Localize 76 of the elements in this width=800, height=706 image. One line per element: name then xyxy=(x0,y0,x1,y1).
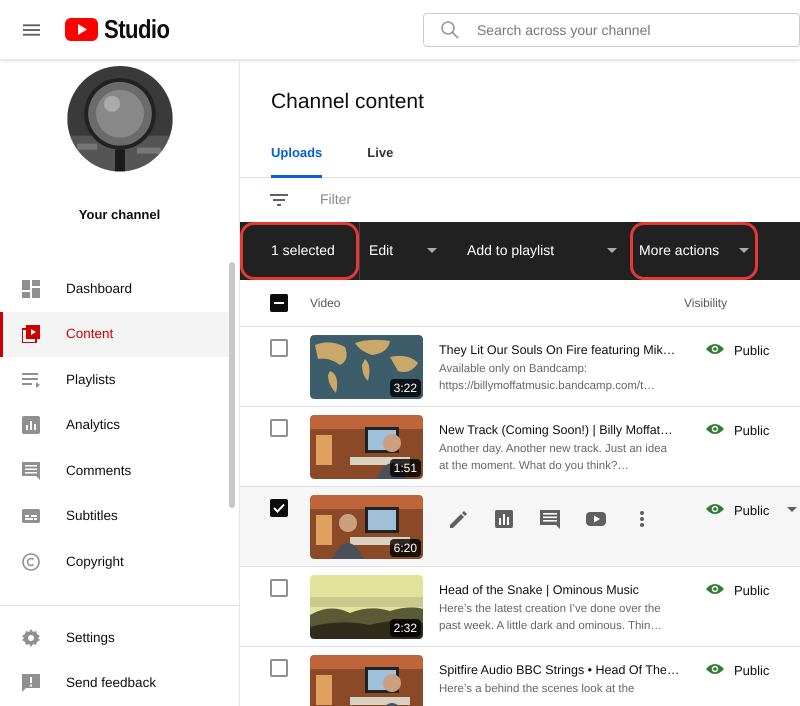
checkbox[interactable] xyxy=(270,294,288,312)
video-duration: 2:32 xyxy=(390,618,421,636)
table-row[interactable]: Spitfire Audio BBC Strings • Head Of The… Here’s a behind the scenes look at the Public xyxy=(240,646,800,706)
visibility-label: Public xyxy=(734,422,770,440)
nav-item[interactable]: Settings xyxy=(0,615,239,660)
nav-item[interactable]: Content xyxy=(0,312,229,357)
page-title: Channel content xyxy=(270,89,424,115)
video-title[interactable]: Head of the Snake | Ominous Music xyxy=(439,582,639,598)
comments-icon[interactable] xyxy=(540,508,560,528)
settings-icon xyxy=(22,628,40,647)
checkbox[interactable] xyxy=(270,498,288,516)
subtitles-icon xyxy=(22,507,40,526)
visibility-label: Public xyxy=(734,502,770,520)
search-icon xyxy=(440,20,459,38)
video-duration: 3:22 xyxy=(390,378,421,396)
comments-icon xyxy=(22,462,40,480)
nav-item[interactable]: Playlists xyxy=(0,357,229,402)
dropdown-button[interactable]: More actions xyxy=(630,222,758,280)
eye-icon xyxy=(706,662,724,674)
search-input[interactable]: Search across your channel xyxy=(476,14,777,44)
nav-item[interactable]: Send feedback xyxy=(0,660,239,706)
tab[interactable]: Uploads xyxy=(271,128,322,178)
nav-item[interactable]: Copyright xyxy=(0,539,229,584)
eye-icon xyxy=(706,422,724,434)
eye-icon xyxy=(706,342,724,354)
copyright-icon xyxy=(22,552,40,571)
video-description: Here’s the latest creation I’ve done over the past week. A little dark and ominous. Thin… xyxy=(439,602,663,634)
nav-item[interactable]: Dashboard xyxy=(0,266,229,312)
eye-icon xyxy=(706,582,724,594)
checkbox[interactable] xyxy=(270,418,288,436)
filter-field[interactable]: Filter xyxy=(320,189,620,210)
filter-icon[interactable] xyxy=(270,194,288,206)
selection-count: 1 selected xyxy=(271,241,335,260)
column-header: Video xyxy=(310,294,342,312)
video-title[interactable]: Spitfire Audio BBC Strings • Head Of The… xyxy=(439,662,680,678)
video-description: Here’s a behind the scenes look at the xyxy=(439,682,636,696)
caret-icon xyxy=(427,248,437,253)
nav-item[interactable]: Comments xyxy=(0,448,229,494)
video-duration: 6:20 xyxy=(390,538,421,556)
search-field[interactable]: Search across your channel xyxy=(422,12,800,46)
logo-text: Studio xyxy=(104,13,170,46)
channel-label[interactable]: Your channel xyxy=(0,204,239,224)
nav-item[interactable]: Analytics xyxy=(0,402,229,448)
video-description: Available only on Bandcamp: https://billymoffatmusic.bandcamp.com/t… xyxy=(439,362,656,394)
tab[interactable]: Live xyxy=(367,128,394,178)
video-duration: 1:51 xyxy=(390,458,421,476)
table-row[interactable]: 6:20 Public xyxy=(240,486,800,566)
menu-icon[interactable] xyxy=(23,24,40,36)
video-title[interactable]: They Lit Our Souls On Fire featuring Mik… xyxy=(439,342,676,358)
checkbox[interactable] xyxy=(270,658,288,676)
table-row[interactable]: 1:51 New Track (Coming Soon!) | Billy Moffat… Another day. Another new track. Just an idea at the moment. What do you think?… Public xyxy=(240,406,800,486)
scrollbar[interactable] xyxy=(229,262,235,508)
visibility-label: Public xyxy=(734,342,770,360)
dropdown-button[interactable]: Add to playlist xyxy=(458,222,626,280)
column-header: Visibility xyxy=(684,294,728,312)
caret-icon xyxy=(739,248,749,253)
analytics-icon xyxy=(22,416,40,434)
eye-icon xyxy=(706,502,724,514)
analytics-icon[interactable] xyxy=(494,508,514,528)
play-logo-icon xyxy=(64,18,98,41)
caret-icon[interactable] xyxy=(787,506,798,512)
feedback-icon xyxy=(22,674,40,692)
content-icon xyxy=(22,325,40,344)
visibility-label: Public xyxy=(734,662,770,680)
video-title[interactable]: New Track (Coming Soon!) | Billy Moffat… xyxy=(439,422,673,438)
checkbox[interactable] xyxy=(270,578,288,596)
visibility-label: Public xyxy=(734,582,770,600)
dashboard-icon xyxy=(22,280,40,298)
video-description: Another day. Another new track. Just an idea at the moment. What do you think?… xyxy=(439,442,667,474)
checkbox[interactable] xyxy=(270,338,288,356)
nav-item[interactable]: Subtitles xyxy=(0,494,229,539)
caret-icon xyxy=(607,248,617,253)
table-row[interactable]: 2:32 Head of the Snake | Ominous Music Here’s the latest creation I’ve done over the past week. A little dark and ominous. Thin… Public xyxy=(240,566,800,646)
playlist-icon xyxy=(22,370,40,389)
dropdown-button[interactable]: Edit xyxy=(360,222,446,280)
edit-icon[interactable] xyxy=(448,508,468,528)
